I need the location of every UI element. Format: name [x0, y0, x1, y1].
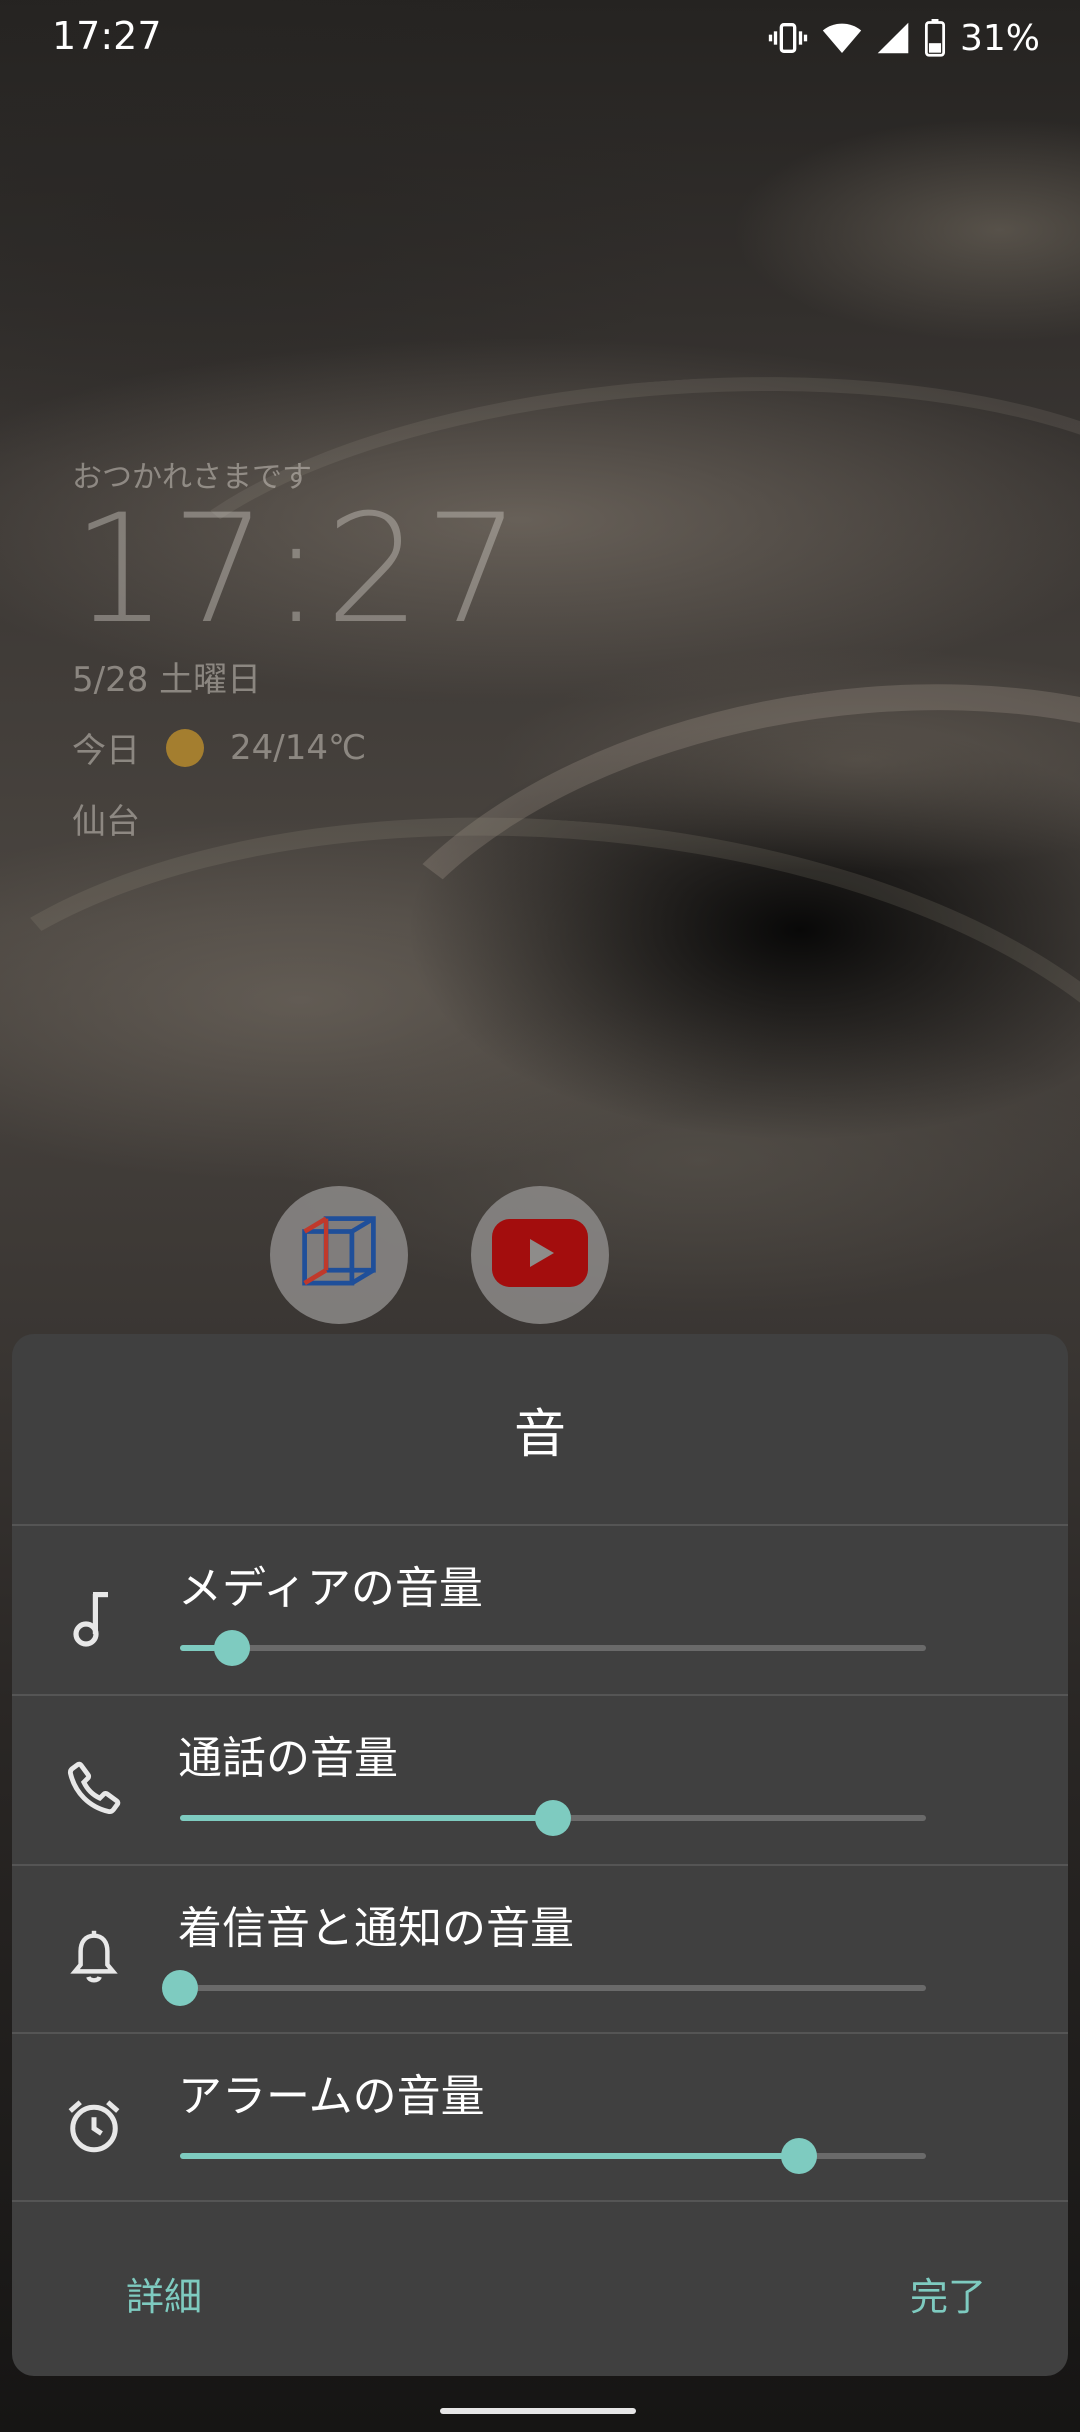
- battery-percent: 31%: [959, 17, 1040, 59]
- slider-track: [180, 1645, 926, 1651]
- slider-fill: [180, 1815, 553, 1821]
- done-button[interactable]: 完了: [910, 2266, 986, 2321]
- slider-thumb[interactable]: [214, 1630, 250, 1666]
- slider-thumb[interactable]: [535, 1800, 571, 1836]
- slider-track: [180, 1985, 926, 1991]
- status-bar: 17:27 31%: [0, 0, 1080, 76]
- call-volume-row: 通話の音量: [12, 1696, 1068, 1864]
- youtube-icon: [492, 1219, 588, 1291]
- vibrate-icon: [768, 18, 808, 58]
- slider-thumb[interactable]: [162, 1970, 198, 2006]
- weather-day: 今日: [72, 731, 140, 771]
- weather-line: 今日 24/14℃: [72, 723, 524, 772]
- alarm-volume-row: アラームの音量: [12, 2034, 1068, 2202]
- bell-icon[interactable]: [58, 1922, 130, 1994]
- cube-app-shortcut[interactable]: [270, 1186, 408, 1324]
- lock-clock: 17:27: [72, 483, 525, 657]
- call-volume-slider[interactable]: [180, 1800, 926, 1836]
- slider-fill: [180, 2153, 799, 2159]
- battery-icon: [924, 19, 946, 57]
- status-time: 17:27: [52, 14, 162, 58]
- ring-volume-label: 着信音と通知の音量: [178, 1903, 574, 1954]
- cube-app-icon: [296, 1210, 382, 1300]
- alarm-volume-label: アラームの音量: [178, 2071, 485, 2122]
- weather-city: 仙台: [72, 802, 140, 842]
- call-volume-label: 通話の音量: [178, 1733, 398, 1784]
- volume-panel: 音 メディアの音量 通話の音量 着信音と通知の音量 アラームの音量 詳細 完了: [12, 1334, 1068, 2376]
- phone-icon[interactable]: [58, 1752, 130, 1824]
- youtube-shortcut[interactable]: [471, 1186, 609, 1324]
- music-note-icon[interactable]: [58, 1582, 130, 1654]
- wifi-icon: [822, 20, 862, 56]
- alarm-clock-icon[interactable]: [58, 2090, 130, 2162]
- alarm-volume-slider[interactable]: [180, 2138, 926, 2174]
- ring-volume-slider[interactable]: [162, 1970, 926, 2006]
- media-volume-row: メディアの音量: [12, 1526, 1068, 1694]
- media-volume-label: メディアの音量: [178, 1563, 483, 1614]
- nav-gesture-handle[interactable]: [440, 2408, 636, 2414]
- ring-volume-row: 着信音と通知の音量: [12, 1866, 1068, 2034]
- weather-temperature: 24/14℃: [230, 727, 367, 768]
- lock-screen-info: おつかれさまです 17:27 5/28 土曜日 今日 24/14℃ 仙台: [72, 452, 524, 843]
- status-icons: 31%: [768, 14, 1040, 62]
- sun-icon: [166, 728, 204, 767]
- slider-thumb[interactable]: [781, 2138, 817, 2174]
- media-volume-slider[interactable]: [180, 1630, 926, 1666]
- volume-panel-title: 音: [513, 1404, 566, 1465]
- lock-date: 5/28 土曜日: [72, 660, 262, 700]
- signal-icon: [876, 21, 910, 55]
- detail-button[interactable]: 詳細: [126, 2266, 202, 2321]
- divider: [12, 2200, 1068, 2202]
